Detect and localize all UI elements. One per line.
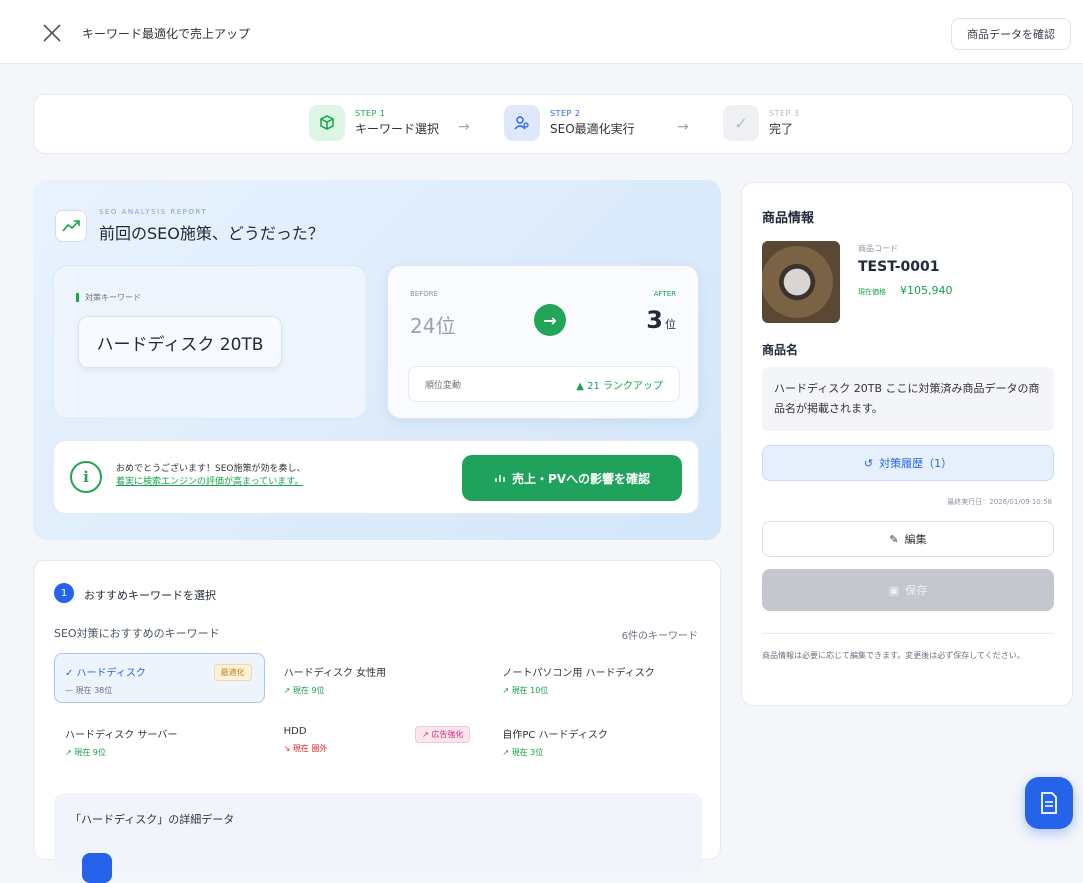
edit-note: 商品情報は必要に応じて編集できます。変更後は必ず保存してください。 — [762, 651, 1025, 660]
after-rank-value: 3 — [646, 306, 663, 334]
step-3-small: STEP 3 — [769, 109, 800, 118]
check-icon: ✓ — [723, 105, 759, 141]
arrow-icon: → — [458, 119, 470, 135]
save-label: 保存 — [905, 584, 928, 597]
notice-line-2: 着実に検索エンジンの評価が高まっています。 — [116, 477, 304, 487]
document-fab-button[interactable] — [1025, 777, 1073, 829]
success-notice: i おめでとうございます！SEO施策が効を奏し、 着実に検索エンジンの評価が高ま… — [53, 440, 699, 514]
after-label: AFTER — [653, 290, 676, 298]
keyword-selection-panel: 1 おすすめキーワードを選択 SEO対策におすすめのキーワード 6件のキーワード… — [33, 560, 721, 883]
arrow-right-icon: → — [534, 304, 566, 336]
keyword-option[interactable]: ハードディスク 女性用 ↗ 現在 9位 — [273, 653, 484, 703]
ad-boost-badge: ↗ 広告強化 — [415, 726, 471, 743]
keyword-name: ハードディスク サーバー — [65, 730, 178, 741]
cube-icon — [309, 105, 345, 141]
history-label: 対策履歴（1） — [879, 457, 953, 470]
product-name-label: 商品名 — [762, 343, 799, 357]
product-name-text: ハードディスク 20TB ここに対策済み商品データの商品名が掲載されます。 — [762, 367, 1054, 431]
step-1: STEP 1 キーワード選択 — [309, 105, 439, 141]
keyword-rank: — 現在 38位 — [65, 686, 113, 695]
arrow-icon: → — [677, 119, 689, 135]
keyword-name: 自作PC ハードディスク — [502, 730, 608, 741]
keyword-option[interactable]: ✓ ハードディスク — 現在 38位 最適化 — [54, 653, 265, 703]
keyword-name: ノートパソコン用 ハードディスク — [502, 668, 655, 679]
stepper: STEP 1 キーワード選択 → STEP 2 SEO最適化実行 → ✓ STE… — [33, 94, 1073, 154]
info-icon: i — [70, 461, 102, 493]
keyword-option[interactable]: ノートパソコン用 ハードディスク ↗ 現在 10位 — [491, 653, 702, 703]
rank-card: BEFORE 24位 → AFTER 3位 順位変動 ▲ 21 ランクアップ — [387, 265, 699, 419]
step-3: ✓ STEP 3 完了 — [723, 105, 799, 141]
rank-change-label: 順位変動 — [425, 381, 462, 391]
target-keyword: ハードディスク 20TB — [78, 316, 282, 368]
step-1-label: キーワード選択 — [355, 122, 440, 136]
rank-change-value: ▲ 21 ランクアップ — [576, 381, 663, 392]
keyword-rank: ↗ 現在 9位 — [283, 686, 325, 695]
before-label: BEFORE — [410, 290, 439, 298]
keyword-option[interactable]: HDD ↘ 現在 圏外 ↗ 広告強化 — [273, 715, 484, 765]
check-sales-impact-button[interactable]: 売上・PVへの影響を確認 — [462, 455, 682, 501]
page-title: キーワード最適化で売上アップ — [82, 27, 251, 41]
after-rank: 3位 — [646, 306, 676, 334]
step-2-small: STEP 2 — [550, 109, 581, 118]
keyword-detail-card: 「ハードディスク」の詳細データ — [54, 793, 702, 883]
history-icon: ↺ — [863, 456, 874, 470]
product-image — [762, 241, 840, 323]
step-number-badge: 1 — [54, 583, 74, 603]
product-code-label: 商品コード — [858, 244, 898, 253]
keyword-grid: ✓ ハードディスク — 現在 38位 最適化 ハードディスク 女性用 ↗ 現在 … — [54, 653, 702, 765]
keyword-rank: ↗ 現在 10位 — [502, 686, 549, 695]
report-eyebrow: SEO ANALYSIS REPORT — [99, 208, 207, 216]
close-icon[interactable] — [42, 23, 62, 43]
document-icon — [1041, 792, 1057, 814]
top-bar: キーワード最適化で売上アップ 商品データを確認 — [0, 0, 1083, 64]
last-run-date: 最終実行日：2026/01/09 10:58 — [947, 498, 1052, 506]
rank-change: 順位変動 ▲ 21 ランクアップ — [408, 366, 680, 402]
chart-icon — [495, 475, 505, 482]
seo-report-panel: SEO ANALYSIS REPORT 前回のSEO施策、どうだった？ 対策キー… — [33, 180, 721, 540]
keyword-tag: 対策キーワード — [76, 292, 141, 303]
step-3-label: 完了 — [769, 122, 794, 136]
step-1-small: STEP 1 — [355, 109, 386, 118]
after-rank-unit: 位 — [665, 318, 676, 331]
product-info-panel: 商品情報 商品コード TEST-0001 現在価格 ¥105,940 商品名 ハ… — [741, 182, 1073, 706]
keyword-subheading: SEO対策におすすめのキーワード — [54, 627, 220, 640]
divider — [762, 633, 1054, 634]
product-price: ¥105,940 — [900, 284, 953, 297]
price-label: 現在価格 — [858, 288, 886, 296]
save-icon: ▣ — [888, 583, 900, 597]
product-code: TEST-0001 — [858, 259, 940, 275]
keyword-heading: おすすめキーワードを選択 — [84, 589, 216, 602]
keyword-rank: ↗ 現在 3位 — [502, 748, 544, 757]
target-keyword-card: 対策キーワード ハードディスク 20TB — [53, 265, 367, 419]
keyword-rank: ↗ 現在 9位 — [65, 748, 106, 757]
edit-button[interactable]: ✎ 編集 — [762, 521, 1054, 557]
notice-text: おめでとうございます！SEO施策が効を奏し、 着実に検索エンジンの評価が高まって… — [116, 463, 306, 489]
keyword-option[interactable]: 自作PC ハードディスク ↗ 現在 3位 — [491, 715, 702, 765]
recent-badge: 最適化 — [213, 664, 252, 681]
step-2: STEP 2 SEO最適化実行 — [504, 105, 635, 141]
history-button[interactable]: ↺ 対策履歴（1） — [762, 445, 1054, 481]
keyword-rank: ↘ 現在 圏外 — [283, 744, 328, 753]
trending-up-icon — [55, 210, 87, 242]
keyword-name: ハードディスク 女性用 — [283, 668, 387, 679]
save-button[interactable]: ▣ 保存 — [762, 569, 1054, 611]
keyword-option[interactable]: ハードディスク サーバー ↗ 現在 9位 — [54, 715, 265, 765]
detail-icon — [82, 853, 112, 883]
pencil-icon: ✎ — [889, 532, 899, 546]
step-2-label: SEO最適化実行 — [550, 122, 635, 136]
sales-impact-label: 売上・PVへの影響を確認 — [511, 471, 651, 486]
confirm-product-data-button[interactable]: 商品データを確認 — [951, 18, 1071, 50]
edit-label: 編集 — [904, 533, 927, 546]
product-section-title: 商品情報 — [762, 211, 815, 226]
before-rank: 24位 — [410, 314, 456, 338]
keyword-count: 6件のキーワード — [621, 631, 698, 642]
users-icon — [504, 105, 540, 141]
notice-line-1: おめでとうございます！SEO施策が効を奏し、 — [116, 464, 306, 474]
detail-title: 「ハードディスク」の詳細データ — [70, 813, 235, 826]
report-title: 前回のSEO施策、どうだった？ — [99, 224, 324, 243]
